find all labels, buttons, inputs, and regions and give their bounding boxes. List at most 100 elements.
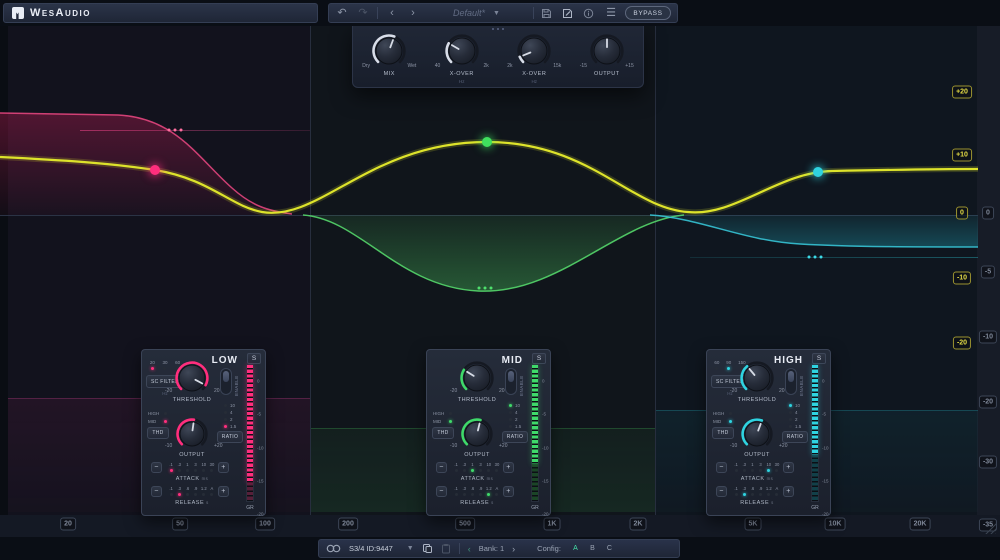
gr-scale-label: -15 <box>257 479 264 484</box>
attack-plus-button[interactable]: + <box>783 462 794 473</box>
release-minus-button[interactable]: − <box>436 486 447 497</box>
attack-minus-button[interactable]: − <box>151 462 162 473</box>
undo-icon[interactable]: ↶ <box>335 4 349 22</box>
copy-icon[interactable] <box>422 543 433 554</box>
attack-led <box>471 469 474 472</box>
release-minus-button[interactable]: − <box>716 486 727 497</box>
threshold-knob[interactable] <box>740 361 774 395</box>
high-band-control-point[interactable] <box>813 167 823 177</box>
ratio-button[interactable]: RATIO <box>502 431 528 443</box>
logo-text: WesAudio <box>30 7 91 19</box>
output-caption: OUTPUT <box>445 452 509 458</box>
bank-prev-button[interactable]: ‹ <box>468 544 471 554</box>
save-icon[interactable] <box>541 8 555 19</box>
gr-tick--10: -10 <box>979 331 997 344</box>
gr-scale-label: -20 <box>257 512 264 517</box>
gr-scale-label: -15 <box>822 479 829 484</box>
knob-max-label: 2k <box>483 63 488 69</box>
attack-led <box>210 469 213 472</box>
footer-separator <box>459 543 460 554</box>
paste-icon[interactable] <box>441 543 451 554</box>
output-min: -10 <box>730 443 737 449</box>
output-knob[interactable] <box>176 418 208 450</box>
output-knob[interactable] <box>590 34 624 68</box>
threshold-knob[interactable] <box>175 361 209 395</box>
config-button-c[interactable]: C <box>603 542 616 555</box>
ratio-button[interactable]: RATIO <box>217 431 243 443</box>
enable-toggle-knob <box>223 371 229 382</box>
attack-option-label: 1 <box>186 462 188 467</box>
redo-icon[interactable]: ↷ <box>356 4 370 22</box>
next-preset-icon[interactable]: › <box>406 4 420 22</box>
release-option-label: .3 <box>463 486 467 491</box>
plugin-window: 20501002005001K2K5K10K20K+20+100-10-200-… <box>0 0 1000 560</box>
menu-icon[interactable]: ☰ <box>604 4 618 22</box>
ratio-led <box>224 411 227 414</box>
low-band-control-point[interactable] <box>150 165 160 175</box>
attack-minus-button[interactable]: − <box>716 462 727 473</box>
ratio-button[interactable]: RATIO <box>782 431 808 443</box>
thd-button[interactable]: THD <box>432 427 454 439</box>
knob-max-label: +15 <box>625 63 633 69</box>
release-caption: RELEASEs <box>162 500 222 506</box>
solo-button[interactable]: S <box>532 353 546 364</box>
ratio-led <box>789 425 792 428</box>
release-leds: .1.3.6.91.2A <box>167 486 216 496</box>
enable-toggle[interactable] <box>220 368 232 395</box>
release-plus-button[interactable]: + <box>503 486 514 497</box>
attack-plus-button[interactable]: + <box>218 462 229 473</box>
solo-button[interactable]: S <box>812 353 826 364</box>
bypass-button[interactable]: BYPASS <box>625 6 671 20</box>
mid-band-control-point[interactable] <box>482 137 492 147</box>
release-led <box>471 493 474 496</box>
gr-tick-0: 0 <box>982 207 994 220</box>
threshold-knob[interactable] <box>460 361 494 395</box>
logo-panel: WesAudio <box>3 3 318 23</box>
output-max: +20 <box>214 443 222 449</box>
footer-toolbar: S3/4 ID:9447 ▼ ‹ Bank: 1 › Config: ABC <box>318 539 680 558</box>
high-band-drag-handle[interactable] <box>808 256 823 259</box>
solo-button[interactable]: S <box>247 353 261 364</box>
thd-button[interactable]: THD <box>147 427 169 439</box>
prev-preset-icon[interactable]: ‹ <box>385 4 399 22</box>
mid-band-drag-handle[interactable] <box>478 287 493 290</box>
config-buttons: ABC <box>569 542 616 555</box>
sc-led <box>151 367 154 370</box>
freq-tick-10K: 10K <box>825 518 846 531</box>
device-select[interactable]: S3/4 ID:9447 ▼ <box>349 544 414 553</box>
output-knob[interactable] <box>741 418 773 450</box>
info-icon[interactable] <box>583 8 597 19</box>
gr-scale-label: -15 <box>542 479 549 484</box>
bank-next-button[interactable]: › <box>512 544 515 554</box>
save-as-icon[interactable] <box>562 8 576 19</box>
crossover-divider-low-mid[interactable] <box>310 26 311 515</box>
output-knob[interactable] <box>461 418 493 450</box>
release-plus-button[interactable]: + <box>783 486 794 497</box>
attack-plus-button[interactable]: + <box>503 462 514 473</box>
sc-led <box>163 367 166 370</box>
crossover-divider-mid-high[interactable] <box>655 26 656 515</box>
attack-option-label: 10 <box>766 462 771 467</box>
enable-toggle[interactable] <box>785 368 797 395</box>
mix-knob[interactable] <box>372 34 406 68</box>
enable-toggle[interactable] <box>505 368 517 395</box>
release-led <box>751 493 754 496</box>
preset-dropdown[interactable]: Default* ▼ <box>427 5 526 21</box>
release-led <box>170 493 173 496</box>
release-minus-button[interactable]: − <box>151 486 162 497</box>
release-led <box>186 493 189 496</box>
config-button-b[interactable]: B <box>586 542 599 555</box>
thd-button[interactable]: THD <box>712 427 734 439</box>
output-caption: OUTPUT <box>725 452 789 458</box>
enable-toggle-knob <box>508 371 514 382</box>
gr-meter-lit <box>812 365 818 455</box>
low-band-drag-handle[interactable] <box>168 129 183 132</box>
channel-link-icon[interactable] <box>326 544 341 553</box>
release-unit: s <box>206 500 209 505</box>
attack-led <box>186 469 189 472</box>
x-over-knob[interactable] <box>517 34 551 68</box>
release-plus-button[interactable]: + <box>218 486 229 497</box>
x-over-knob[interactable] <box>445 34 479 68</box>
config-button-a[interactable]: A <box>569 542 582 555</box>
attack-minus-button[interactable]: − <box>436 462 447 473</box>
